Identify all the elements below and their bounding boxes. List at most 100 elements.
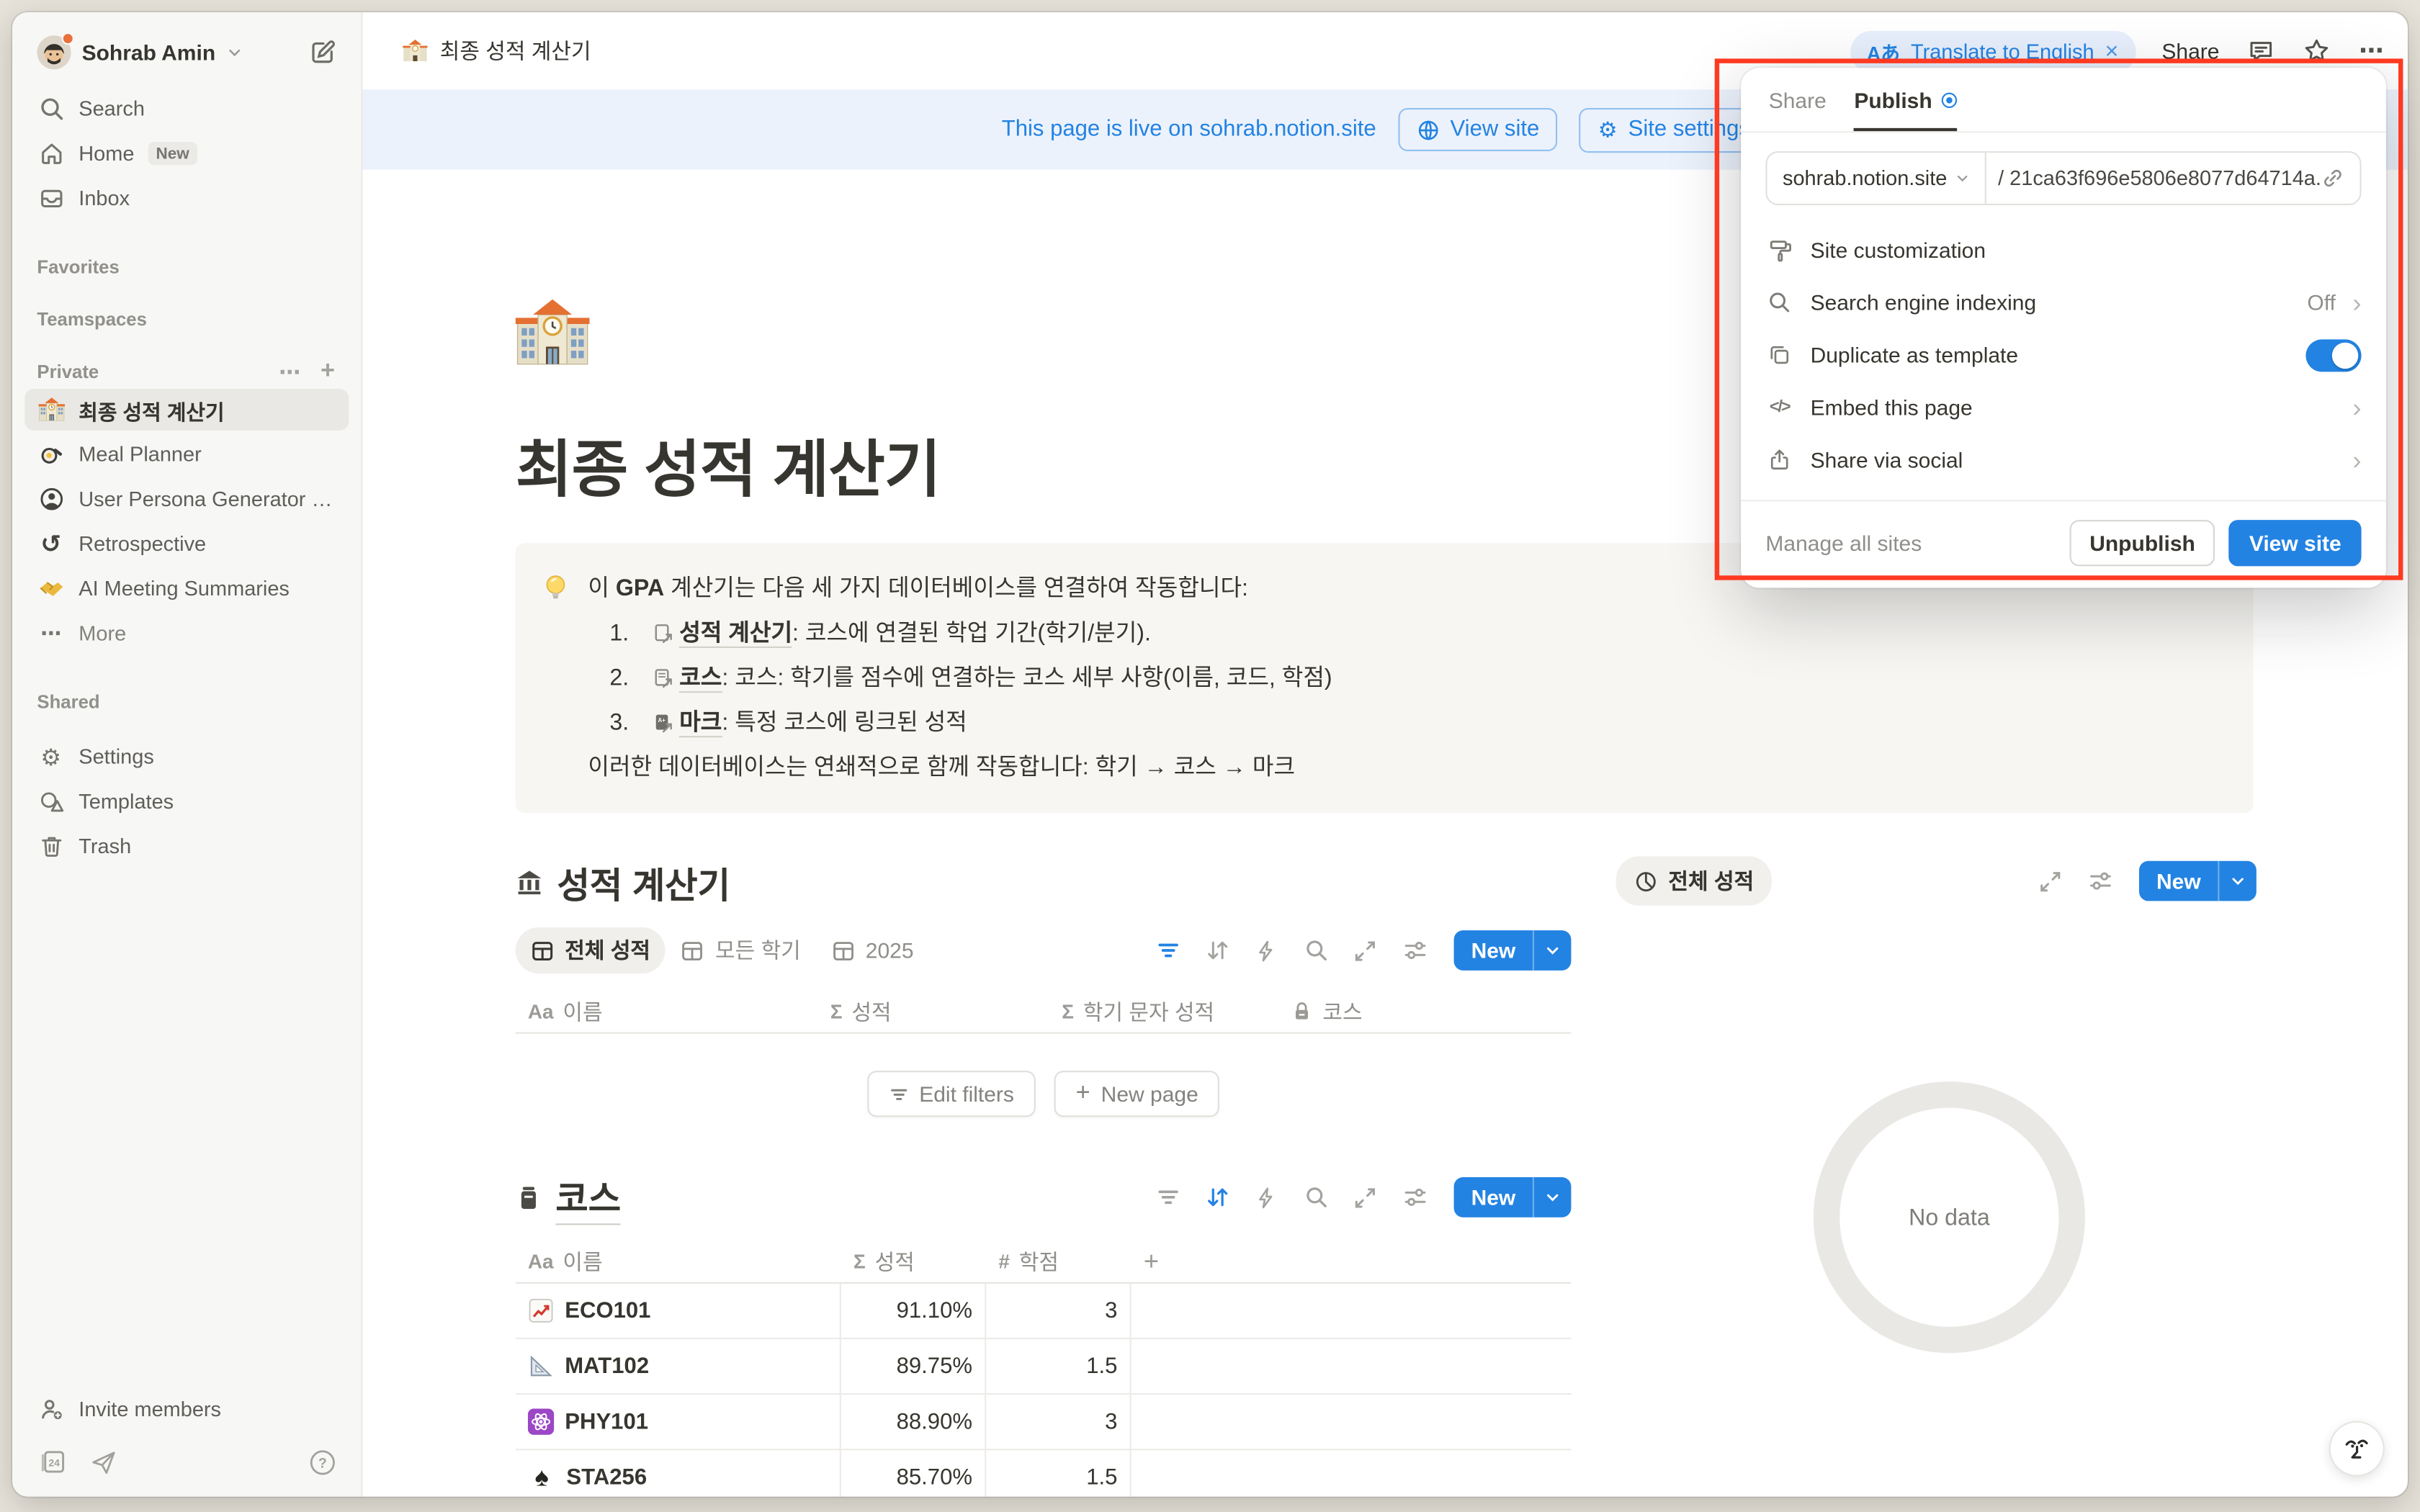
- copy-link-icon[interactable]: [2321, 166, 2360, 189]
- view-settings-icon[interactable]: [1402, 1184, 1428, 1210]
- triangular-ruler-icon: [528, 1353, 554, 1379]
- table-row-sta256[interactable]: ♠ STA256 85.70% 1.5: [516, 1450, 1572, 1496]
- translate-banner[interactable]: Aあ Translate to English ×: [1850, 30, 2136, 72]
- courses-new-button[interactable]: New: [1454, 1177, 1571, 1218]
- menu-site-customization[interactable]: Site customization: [1741, 224, 2386, 276]
- sidebar-item-templates[interactable]: Templates: [24, 780, 349, 822]
- filter-icon: [888, 1084, 908, 1104]
- column-grade[interactable]: Σ성적: [841, 1241, 986, 1282]
- new-dropdown-chevron[interactable]: [1533, 930, 1572, 971]
- more-options-icon[interactable]: ⋯: [2357, 36, 2386, 66]
- ellipsis-icon: ⋯: [37, 619, 65, 647]
- new-dropdown-chevron[interactable]: [1533, 1177, 1572, 1218]
- paper-plane-icon[interactable]: [89, 1448, 117, 1476]
- compose-icon[interactable]: [309, 39, 337, 67]
- table-row-eco101[interactable]: ECO101 91.10% 3: [516, 1284, 1572, 1339]
- column-name[interactable]: Aa이름: [516, 1241, 841, 1282]
- sidebar-page-ai-meeting-summaries[interactable]: AI Meeting Summaries: [24, 568, 349, 610]
- new-page-button[interactable]: + New page: [1054, 1071, 1220, 1117]
- add-property-button[interactable]: +: [1131, 1241, 1572, 1282]
- expand-icon[interactable]: [1353, 937, 1379, 963]
- search-icon[interactable]: [1303, 937, 1329, 963]
- menu-duplicate-as-template[interactable]: Duplicate as template: [1741, 328, 2386, 381]
- help-icon[interactable]: ?: [309, 1448, 337, 1476]
- column-credits[interactable]: #학점: [986, 1241, 1131, 1282]
- breadcrumb[interactable]: 최종 성적 계산기: [403, 35, 591, 66]
- invite-members-button[interactable]: Invite members: [24, 1389, 349, 1431]
- mention-marks-db[interactable]: 마크: [679, 710, 722, 738]
- grades-db-title: 성적 계산기: [516, 856, 1572, 909]
- sidebar-item-more[interactable]: ⋯ More: [24, 613, 349, 654]
- column-courses[interactable]: 코스: [1278, 991, 1571, 1032]
- sidebar-item-home[interactable]: Home New: [24, 132, 349, 174]
- sidebar-item-search[interactable]: Search: [24, 88, 349, 130]
- section-private: Private ⋯ +: [12, 356, 361, 387]
- expand-icon[interactable]: [1353, 1184, 1379, 1210]
- menu-search-engine-indexing[interactable]: Search engine indexing Off ›: [1741, 276, 2386, 329]
- popup-tabs: Share Publish: [1741, 68, 2386, 132]
- view-settings-icon[interactable]: [1402, 937, 1428, 963]
- sidebar-page-grade-calculator[interactable]: 최종 성적 계산기: [24, 389, 349, 431]
- mention-grades-db[interactable]: 성적 계산기: [679, 620, 792, 648]
- column-name[interactable]: Aa이름: [516, 991, 818, 1032]
- callout-item: 1. 성적 계산기: 코스에 연결된 학업 기간(학기/분기).: [609, 611, 1332, 656]
- comments-icon[interactable]: [2246, 36, 2275, 66]
- manage-all-sites-link[interactable]: Manage all sites: [1765, 531, 1922, 555]
- grade-cell: 85.70%: [841, 1450, 986, 1496]
- credits-cell: 1.5: [986, 1450, 1131, 1496]
- linked-db-icon: [653, 668, 673, 688]
- sidebar-page-user-persona[interactable]: User Persona Generator wit...: [24, 478, 349, 520]
- sidebar-item-settings[interactable]: ⚙ Settings: [24, 736, 349, 778]
- empty-donut-chart: No data: [1814, 1081, 2085, 1353]
- view-settings-icon[interactable]: [2087, 868, 2113, 894]
- table-row-phy101[interactable]: PHY101 88.90% 3: [516, 1395, 1572, 1450]
- share-button[interactable]: Share: [2161, 39, 2219, 63]
- menu-share-via-social[interactable]: Share via social ›: [1741, 433, 2386, 486]
- menu-embed-this-page[interactable]: </> Embed this page ›: [1741, 381, 2386, 433]
- table-view-icon: [832, 939, 855, 962]
- tab-publish[interactable]: Publish: [1854, 88, 1957, 131]
- close-icon[interactable]: ×: [2105, 38, 2119, 64]
- duplicate-template-toggle[interactable]: [2305, 338, 2361, 371]
- page-emoji-school[interactable]: [516, 296, 590, 370]
- chart-new-button[interactable]: New: [2139, 861, 2256, 901]
- sort-icon[interactable]: [1204, 937, 1230, 963]
- sidebar-item-trash[interactable]: Trash: [24, 825, 349, 867]
- new-dropdown-chevron[interactable]: [2218, 861, 2257, 901]
- grade-cell: 89.75%: [841, 1339, 986, 1393]
- filter-icon[interactable]: [1155, 1184, 1180, 1210]
- code-icon: </>: [1765, 393, 1793, 421]
- notion-calendar-icon[interactable]: 24: [37, 1447, 66, 1477]
- sidebar-page-retrospective[interactable]: ↺ Retrospective: [24, 523, 349, 564]
- private-more-icon[interactable]: ⋯: [279, 359, 302, 384]
- chart-title-pill[interactable]: 전체 성적: [1616, 856, 1773, 906]
- page-path-input[interactable]: / 21ca63f696e5806e8077d64714a...: [1986, 166, 2321, 189]
- sidebar-page-meal-planner[interactable]: Meal Planner: [24, 433, 349, 475]
- private-add-icon[interactable]: +: [321, 358, 336, 386]
- workspace-switcher[interactable]: Sohrab Amin: [24, 28, 349, 78]
- view-tab-all-terms[interactable]: 모든 학기: [666, 927, 816, 973]
- unpublish-button[interactable]: Unpublish: [2069, 520, 2215, 566]
- mention-courses-db[interactable]: 코스: [679, 665, 722, 693]
- domain-select[interactable]: sohrab.notion.site: [1767, 153, 1986, 204]
- grades-new-button[interactable]: New: [1454, 930, 1571, 971]
- sort-icon[interactable]: [1204, 1184, 1230, 1210]
- automation-bolt-icon[interactable]: [1253, 1184, 1279, 1210]
- search-icon[interactable]: [1303, 1184, 1329, 1210]
- favorite-star-icon[interactable]: [2301, 36, 2331, 66]
- view-tab-all-grades[interactable]: 전체 성적: [516, 927, 666, 973]
- tab-share[interactable]: Share: [1769, 88, 1827, 131]
- expand-icon[interactable]: [2038, 868, 2063, 894]
- edit-filters-button[interactable]: Edit filters: [866, 1071, 1036, 1117]
- notion-ai-button[interactable]: [2331, 1423, 2383, 1475]
- view-tab-2025[interactable]: 2025: [816, 930, 929, 971]
- callout-footer: 이러한 데이터베이스는 연쇄적으로 함께 작동합니다: 학기 → 코스 → 마크: [588, 745, 1332, 790]
- sidebar-item-inbox[interactable]: Inbox: [24, 177, 349, 219]
- automation-bolt-icon[interactable]: [1253, 937, 1279, 963]
- filter-icon[interactable]: [1155, 937, 1180, 963]
- banner-view-site-button[interactable]: View site: [1398, 108, 1558, 151]
- column-term-letter-grade[interactable]: Σ학기 문자 성적: [1049, 991, 1278, 1032]
- view-site-button[interactable]: View site: [2229, 520, 2362, 566]
- column-grade[interactable]: Σ성적: [818, 991, 1049, 1032]
- table-row-mat102[interactable]: MAT102 89.75% 1.5: [516, 1339, 1572, 1395]
